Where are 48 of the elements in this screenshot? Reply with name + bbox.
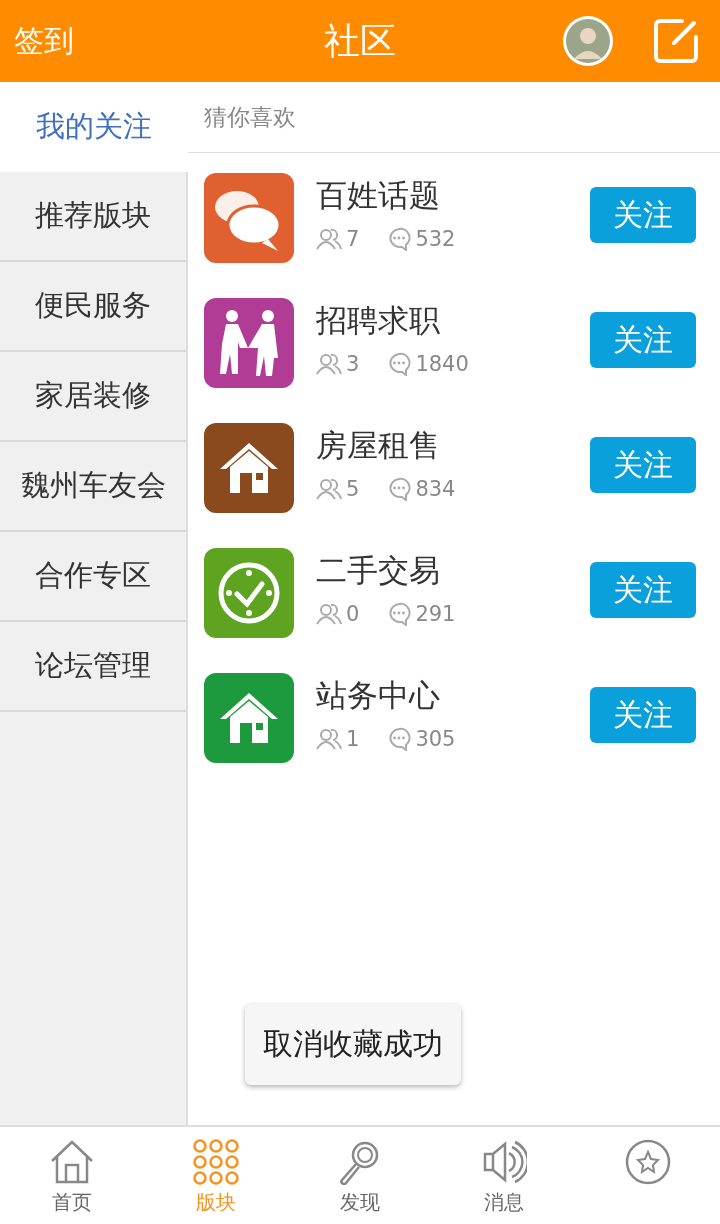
members-icon [316, 228, 342, 250]
sidebar-item[interactable]: 魏州车友会 [0, 442, 186, 532]
forum-name[interactable]: 招聘求职 [316, 300, 590, 342]
member-count: 3 [346, 352, 360, 376]
section-title: 猜你喜欢 [188, 82, 720, 153]
house-icon[interactable] [204, 423, 294, 513]
edit-icon[interactable] [652, 17, 700, 65]
members-icon [316, 478, 342, 500]
toast-message: 取消收藏成功 [245, 1004, 461, 1085]
comment-icon [387, 227, 412, 251]
post-count: 305 [415, 727, 456, 751]
grid-icon [193, 1139, 239, 1185]
post-count: 532 [415, 227, 456, 251]
forum-name[interactable]: 房屋租售 [316, 425, 590, 467]
page-title: 社区 [324, 18, 396, 63]
sidebar-item[interactable]: 论坛管理 [0, 622, 186, 712]
forum-name[interactable]: 站务中心 [316, 675, 590, 717]
member-count: 0 [346, 602, 360, 626]
clock-icon[interactable] [204, 548, 294, 638]
members-icon [316, 728, 342, 750]
comment-icon [387, 727, 412, 751]
tab[interactable]: 首页 [0, 1127, 144, 1224]
comment-icon [387, 602, 412, 626]
avatar-icon[interactable] [562, 15, 614, 67]
member-count: 1 [346, 727, 360, 751]
home-icon [49, 1139, 95, 1185]
sidebar-item[interactable]: 我的关注 [0, 82, 188, 172]
members-icon [316, 603, 342, 625]
sidebar-item[interactable]: 推荐版块 [0, 172, 186, 262]
tab[interactable]: 消息 [432, 1127, 576, 1224]
comment-icon [387, 352, 412, 376]
tab[interactable]: 发现 [288, 1127, 432, 1224]
house-icon[interactable] [204, 673, 294, 763]
post-count: 834 [415, 477, 456, 501]
speaker-icon [481, 1139, 527, 1185]
comment-icon [387, 477, 412, 501]
sidebar-item[interactable]: 便民服务 [0, 262, 186, 352]
forum-name[interactable]: 二手交易 [316, 550, 590, 592]
sidebar-item[interactable]: 合作专区 [0, 532, 186, 622]
chat-bubbles-icon[interactable] [204, 173, 294, 263]
handshake-icon[interactable] [204, 298, 294, 388]
sidebar-item[interactable]: 家居装修 [0, 352, 186, 442]
member-count: 7 [346, 227, 360, 251]
member-count: 5 [346, 477, 360, 501]
post-count: 1840 [415, 352, 469, 376]
post-count: 291 [415, 602, 456, 626]
forum-name[interactable]: 百姓话题 [316, 175, 590, 217]
members-icon [316, 353, 342, 375]
